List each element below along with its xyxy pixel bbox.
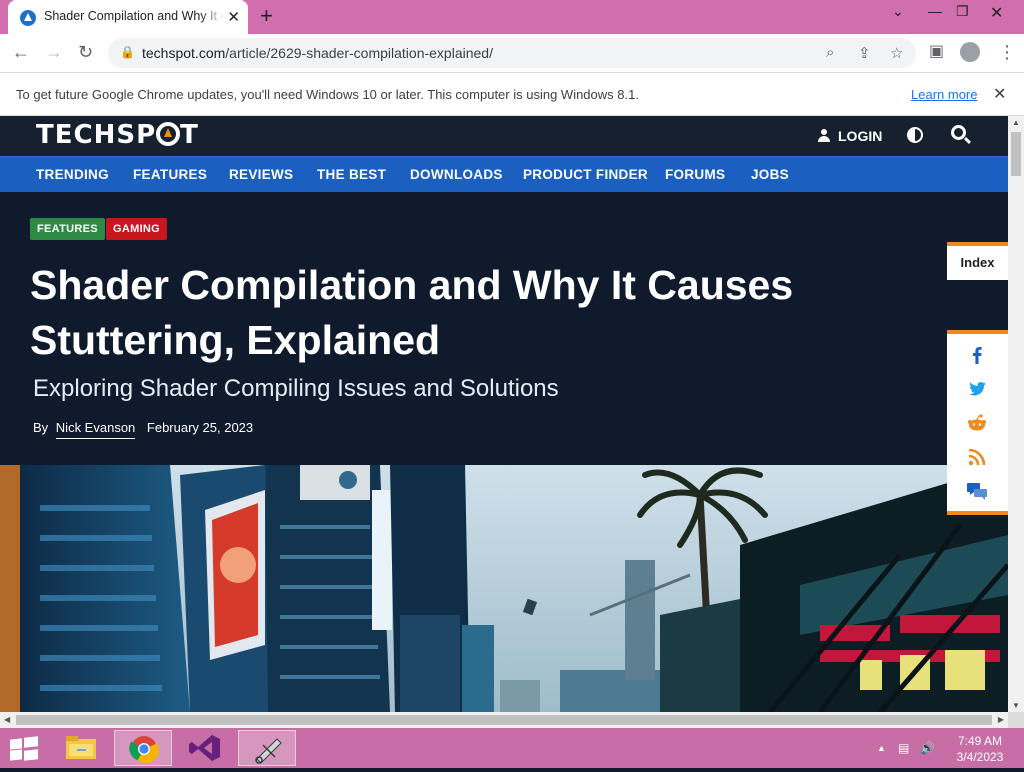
article-byline: By Nick Evanson February 25, 2023 (33, 420, 254, 439)
share-rail (947, 330, 1008, 515)
browser-tab-active[interactable]: Shader Compilation and Why It Causes Stu… (8, 0, 248, 34)
scrollbar-corner (1008, 712, 1024, 728)
infobar-close-icon[interactable]: ✕ (993, 84, 1006, 104)
publish-date: February 25, 2023 (146, 420, 254, 435)
tab-search-chevron-icon[interactable]: ⌄ (892, 3, 904, 20)
infobar-message: To get future Google Chrome updates, you… (16, 87, 639, 102)
login-button[interactable]: LOGIN (818, 128, 882, 144)
techspot-favicon-icon (20, 10, 36, 26)
tab-strip: Shader Compilation and Why It Causes Stu… (0, 0, 1024, 34)
nav-item-features[interactable]: FEATURES (133, 167, 207, 182)
new-tab-button[interactable]: + (260, 5, 273, 27)
close-tab-icon[interactable]: ✕ (227, 8, 240, 26)
page-viewport: TECHSP T LOGIN TRENDING FEATURES REVIEWS … (0, 116, 1008, 712)
nav-item-the-best[interactable]: THE BEST (317, 167, 386, 182)
twitter-icon[interactable] (966, 378, 988, 400)
comments-icon[interactable] (966, 480, 988, 502)
scroll-left-arrow-icon[interactable]: ◀ (4, 715, 10, 724)
clock-time: 7:49 AM (957, 734, 1003, 748)
nav-item-downloads[interactable]: DOWNLOADS (410, 167, 503, 182)
show-hidden-icons-chevron-icon[interactable]: ▲ (877, 743, 886, 753)
learn-more-link[interactable]: Learn more (911, 87, 977, 102)
category-badge-features[interactable]: FEATURES (30, 218, 105, 240)
scroll-right-arrow-icon[interactable]: ▶ (998, 715, 1004, 724)
side-panel-icon[interactable]: ▣ (929, 41, 944, 63)
scroll-down-arrow-icon[interactable]: ▼ (1012, 701, 1020, 710)
horizontal-scroll-thumb[interactable] (16, 715, 992, 725)
bookmark-star-icon[interactable]: ☆ (890, 44, 903, 62)
dark-mode-toggle-icon[interactable] (907, 127, 923, 143)
article-headline: Shader Compilation and Why It Causes Stu… (30, 262, 794, 363)
taskbar-visual-studio[interactable] (176, 730, 234, 766)
file-explorer-icon (66, 736, 96, 759)
author-link[interactable]: Nick Evanson (55, 420, 136, 439)
forward-button[interactable]: → (45, 41, 63, 63)
lock-icon[interactable]: 🔒 (120, 45, 135, 59)
index-tab[interactable]: Index (947, 242, 1008, 280)
back-button[interactable]: ← (12, 41, 30, 63)
windows-start-icon[interactable] (10, 736, 38, 761)
rss-icon[interactable] (966, 446, 988, 468)
share-icon[interactable]: ⇪ (858, 44, 871, 62)
category-badge-gaming[interactable]: GAMING (106, 218, 168, 240)
user-icon (818, 129, 830, 142)
minimize-button[interactable]: — (928, 3, 942, 19)
volume-icon[interactable]: 🔊 (920, 741, 935, 755)
url-text[interactable]: techspot.com/article/2629-shader-compila… (142, 45, 493, 61)
zoom-search-icon[interactable]: ⌕ (826, 44, 834, 61)
close-window-button[interactable]: ✕ (990, 3, 1003, 23)
taskbar-chrome[interactable] (114, 730, 172, 766)
tab-title: Shader Compilation and Why It Causes Stu… (44, 9, 224, 23)
reddit-icon[interactable] (966, 412, 988, 434)
vertical-scrollbar[interactable]: ▲ ▼ (1008, 116, 1024, 712)
taskbar-file-explorer[interactable] (52, 730, 110, 766)
restore-button[interactable]: ❐ (956, 3, 969, 20)
nav-item-product-finder[interactable]: PRODUCT FINDER (523, 167, 648, 182)
scroll-up-arrow-icon[interactable]: ▲ (1012, 118, 1020, 127)
visual-studio-icon (189, 735, 220, 761)
nav-item-reviews[interactable]: REVIEWS (229, 167, 293, 182)
nav-item-forums[interactable]: FORUMS (665, 167, 725, 182)
update-infobar: To get future Google Chrome updates, you… (0, 72, 1024, 116)
address-bar[interactable]: 🔒 techspot.com/article/2629-shader-compi… (108, 38, 916, 68)
logo-o-icon (156, 122, 181, 146)
clock-date: 3/4/2023 (956, 750, 1004, 764)
windows-taskbar: ▲ ▤ 🔊 7:49 AM 3/4/2023 (0, 728, 1024, 768)
horizontal-scrollbar[interactable]: ◀ ▶ (0, 712, 1008, 728)
nav-item-jobs[interactable]: JOBS (751, 167, 789, 182)
chrome-icon (129, 736, 159, 764)
browser-toolbar: ← → ↻ 🔒 techspot.com/article/2629-shader… (0, 34, 1024, 72)
facebook-icon[interactable] (966, 344, 988, 366)
site-header: TECHSP T LOGIN (0, 116, 1008, 156)
site-nav: TRENDING FEATURES REVIEWS THE BEST DOWNL… (0, 156, 1008, 192)
menu-kebab-icon[interactable]: ⋮ (998, 41, 1016, 63)
profile-avatar[interactable] (960, 42, 980, 62)
taskbar-snipping-tool[interactable] (238, 730, 296, 766)
article-hero-image (0, 465, 1008, 712)
reload-button[interactable]: ↻ (78, 41, 93, 63)
nav-item-trending[interactable]: TRENDING (36, 167, 109, 182)
site-search-icon[interactable] (951, 125, 966, 140)
taskbar-clock[interactable]: 7:49 AM 3/4/2023 (950, 733, 1010, 765)
snipping-tool-icon (255, 738, 282, 764)
article-subtitle: Exploring Shader Compiling Issues and So… (33, 375, 559, 402)
network-icon[interactable]: ▤ (898, 741, 909, 755)
by-label: By (33, 420, 49, 435)
vertical-scroll-thumb[interactable] (1011, 132, 1021, 176)
techspot-logo[interactable]: TECHSP T (36, 120, 199, 150)
article-hero: FEATURES GAMING Shader Compilation and W… (0, 192, 1008, 465)
